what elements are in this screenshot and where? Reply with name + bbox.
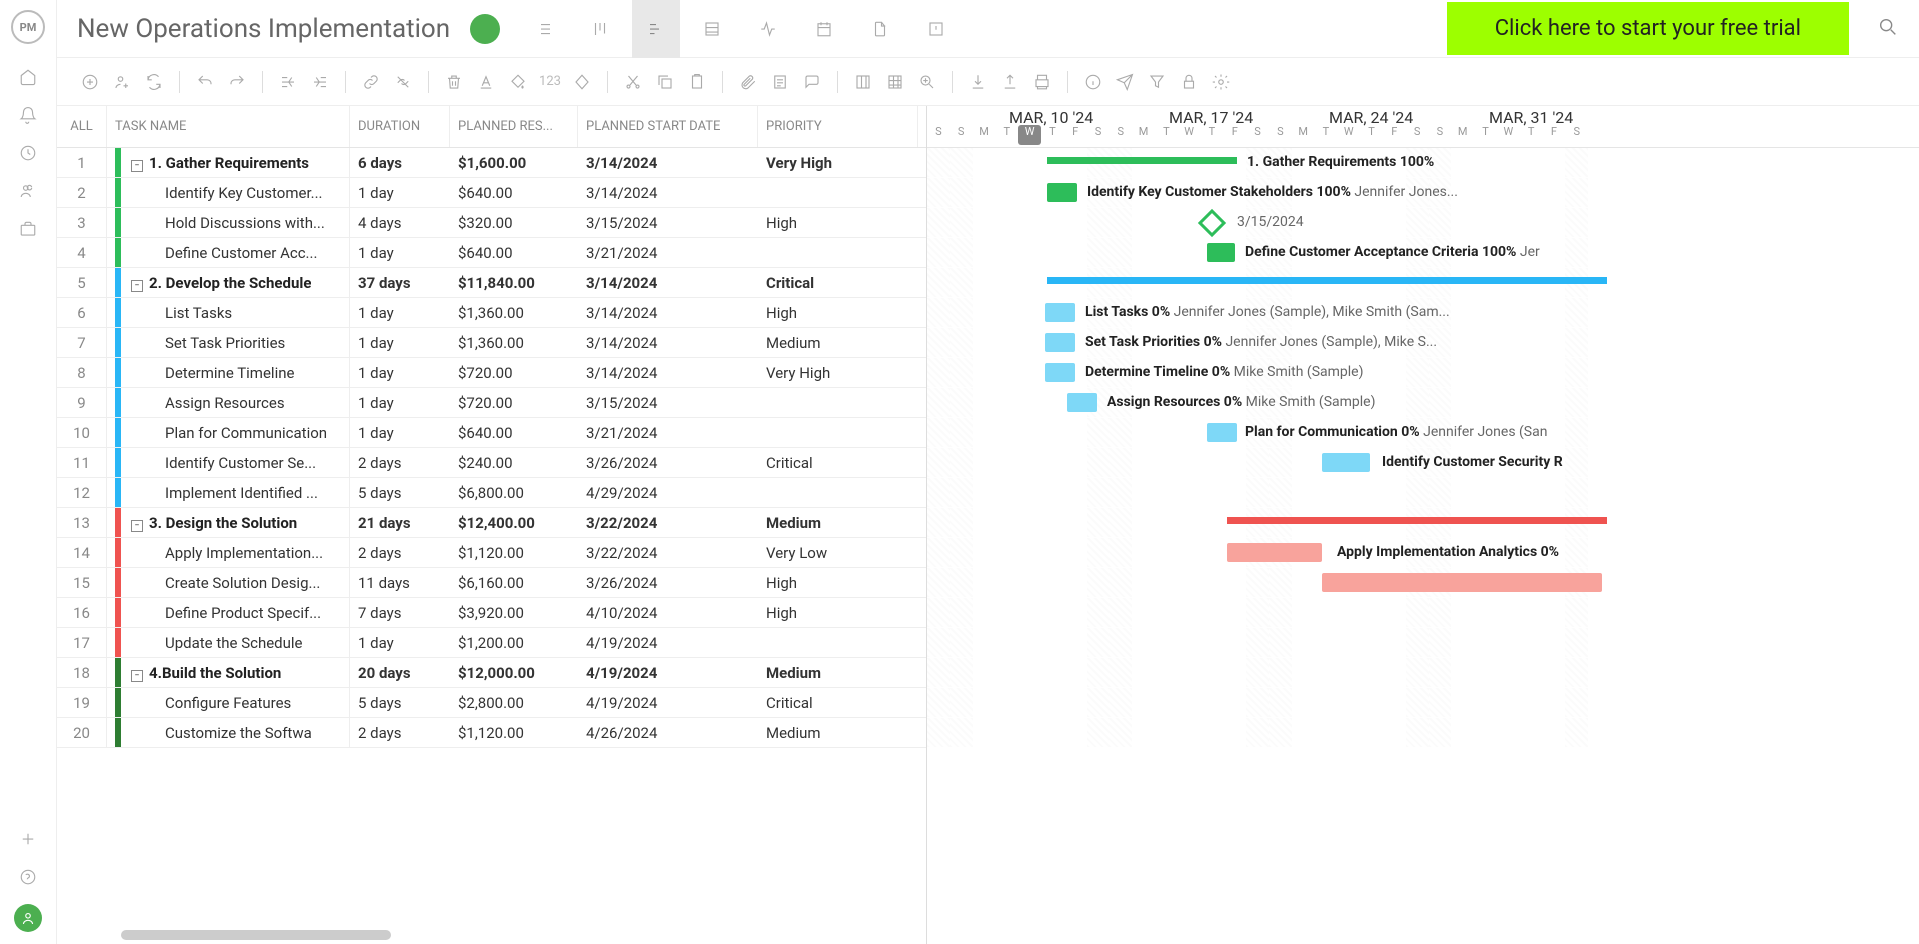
- refresh-icon[interactable]: [141, 69, 167, 95]
- add-circle-icon[interactable]: [77, 69, 103, 95]
- col-planned-start[interactable]: PLANNED START DATE: [578, 106, 758, 147]
- top-bar: New Operations Implementation Click here…: [57, 0, 1919, 58]
- list-view-icon[interactable]: [520, 0, 568, 58]
- task-row[interactable]: 2Identify Key Customer...1 day$640.003/1…: [57, 178, 926, 208]
- col-planned-res[interactable]: PLANNED RES...: [450, 106, 578, 147]
- clock-icon[interactable]: [17, 142, 39, 164]
- project-title: New Operations Implementation: [77, 14, 450, 44]
- fill-color-icon[interactable]: [505, 69, 531, 95]
- briefcase-icon[interactable]: [17, 218, 39, 240]
- indent-icon[interactable]: [307, 69, 333, 95]
- gantt-view-icon[interactable]: [632, 0, 680, 58]
- info-icon[interactable]: [1080, 69, 1106, 95]
- task-row[interactable]: 19Configure Features5 days$2,800.004/19/…: [57, 688, 926, 718]
- app-logo[interactable]: PM: [11, 10, 45, 44]
- home-icon[interactable]: [17, 66, 39, 88]
- toolbar: 123: [57, 58, 1919, 106]
- bell-icon[interactable]: [17, 104, 39, 126]
- col-priority[interactable]: PRIORITY: [758, 106, 918, 147]
- assign-user-icon[interactable]: [109, 69, 135, 95]
- people-icon[interactable]: [17, 180, 39, 202]
- filter-icon[interactable]: [1144, 69, 1170, 95]
- grid-scrollbar[interactable]: [121, 930, 391, 940]
- unlink-icon[interactable]: [390, 69, 416, 95]
- sheet-view-icon[interactable]: [688, 0, 736, 58]
- copy-icon[interactable]: [652, 69, 678, 95]
- export-icon[interactable]: [997, 69, 1023, 95]
- cut-icon[interactable]: [620, 69, 646, 95]
- col-all[interactable]: ALL: [57, 106, 107, 147]
- task-row[interactable]: 8Determine Timeline1 day$720.003/14/2024…: [57, 358, 926, 388]
- task-row[interactable]: 13−3. Design the Solution21 days$12,400.…: [57, 508, 926, 538]
- task-row[interactable]: 10Plan for Communication1 day$640.003/21…: [57, 418, 926, 448]
- project-avatar[interactable]: [470, 14, 500, 44]
- task-row[interactable]: 17Update the Schedule1 day$1,200.004/19/…: [57, 628, 926, 658]
- task-row[interactable]: 3Hold Discussions with...4 days$320.003/…: [57, 208, 926, 238]
- help-icon[interactable]: [17, 866, 39, 888]
- calendar-view-icon[interactable]: [800, 0, 848, 58]
- gantt-chart[interactable]: MAR, 10 '24 MAR, 17 '24 MAR, 24 '24 MAR,…: [927, 106, 1919, 944]
- import-icon[interactable]: [965, 69, 991, 95]
- plus-icon[interactable]: [17, 828, 39, 850]
- task-row[interactable]: 14Apply Implementation...2 days$1,120.00…: [57, 538, 926, 568]
- comment-icon[interactable]: [799, 69, 825, 95]
- col-duration[interactable]: DURATION: [350, 106, 450, 147]
- task-row[interactable]: 12Implement Identified ...5 days$6,800.0…: [57, 478, 926, 508]
- print-icon[interactable]: [1029, 69, 1055, 95]
- redo-icon[interactable]: [224, 69, 250, 95]
- note-icon[interactable]: [767, 69, 793, 95]
- text-color-icon[interactable]: [473, 69, 499, 95]
- user-avatar[interactable]: [14, 904, 42, 932]
- task-row[interactable]: 4Define Customer Acc...1 day$640.003/21/…: [57, 238, 926, 268]
- link-icon[interactable]: [358, 69, 384, 95]
- delete-icon[interactable]: [441, 69, 467, 95]
- paste-icon[interactable]: [684, 69, 710, 95]
- warning-view-icon[interactable]: [912, 0, 960, 58]
- task-row[interactable]: 7Set Task Priorities1 day$1,360.003/14/2…: [57, 328, 926, 358]
- cta-banner[interactable]: Click here to start your free trial: [1447, 2, 1849, 55]
- outdent-icon[interactable]: [275, 69, 301, 95]
- send-icon[interactable]: [1112, 69, 1138, 95]
- grid-icon[interactable]: [882, 69, 908, 95]
- task-row[interactable]: 11Identify Customer Se...2 days$240.003/…: [57, 448, 926, 478]
- file-view-icon[interactable]: [856, 0, 904, 58]
- task-row[interactable]: 15Create Solution Desig...11 days$6,160.…: [57, 568, 926, 598]
- zoom-icon[interactable]: [914, 69, 940, 95]
- lock-icon[interactable]: [1176, 69, 1202, 95]
- task-row[interactable]: 6List Tasks1 day$1,360.003/14/2024High: [57, 298, 926, 328]
- board-view-icon[interactable]: [576, 0, 624, 58]
- task-row[interactable]: 20Customize the Softwa2 days$1,120.004/2…: [57, 718, 926, 748]
- left-sidebar: PM: [0, 0, 57, 944]
- undo-icon[interactable]: [192, 69, 218, 95]
- task-row[interactable]: 16Define Product Specif...7 days$3,920.0…: [57, 598, 926, 628]
- task-grid: ALL TASK NAME DURATION PLANNED RES... PL…: [57, 106, 927, 944]
- task-row[interactable]: 1−1. Gather Requirements6 days$1,600.003…: [57, 148, 926, 178]
- milestone-icon[interactable]: [569, 69, 595, 95]
- task-row[interactable]: 5−2. Develop the Schedule37 days$11,840.…: [57, 268, 926, 298]
- search-icon[interactable]: [1877, 16, 1899, 42]
- task-row[interactable]: 9Assign Resources1 day$720.003/15/2024: [57, 388, 926, 418]
- attachment-icon[interactable]: [735, 69, 761, 95]
- settings-icon[interactable]: [1208, 69, 1234, 95]
- number-format-icon[interactable]: 123: [537, 69, 563, 95]
- col-name[interactable]: TASK NAME: [107, 106, 350, 147]
- columns-icon[interactable]: [850, 69, 876, 95]
- activity-view-icon[interactable]: [744, 0, 792, 58]
- task-row[interactable]: 18−4.Build the Solution20 days$12,000.00…: [57, 658, 926, 688]
